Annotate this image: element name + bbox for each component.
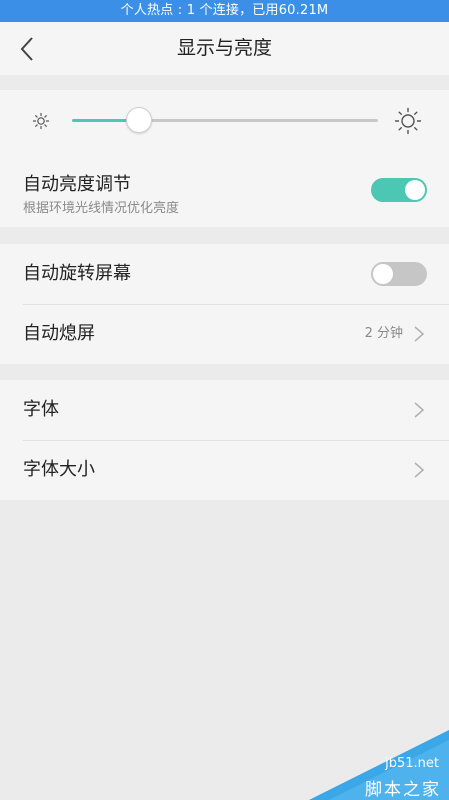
brightness-slider[interactable] (72, 119, 378, 122)
brightness-slider-thumb[interactable] (126, 107, 153, 133)
chevron-right-icon (414, 326, 425, 342)
auto-brightness-title: 自动亮度调节 (23, 174, 131, 195)
font-card: 字体 字体大小 (0, 380, 449, 500)
font-size-row[interactable]: 字体大小 (0, 440, 449, 500)
sun-small-icon (32, 112, 50, 130)
screen-timeout-title: 自动熄屏 (23, 323, 95, 344)
page-title: 显示与亮度 (176, 37, 272, 59)
chevron-right-icon (414, 402, 425, 418)
watermark-name: 脚本之家 (365, 780, 441, 800)
watermark-site: jb51.net (385, 756, 439, 771)
font-title: 字体 (23, 399, 59, 420)
toggle-knob (405, 180, 425, 200)
status-bar-text: 个人热点 : 1 个连接，已用60.21M (120, 3, 329, 18)
screen-timeout-row[interactable]: 自动熄屏 2 分钟 (0, 304, 449, 364)
rotation-timeout-card: 自动旋转屏幕 自动熄屏 2 分钟 (0, 244, 449, 364)
chevron-left-icon (20, 37, 33, 61)
auto-brightness-subtitle: 根据环境光线情况优化亮度 (23, 201, 180, 216)
watermark: jb51.net 脚本之家 (309, 730, 449, 800)
auto-rotate-row[interactable]: 自动旋转屏幕 (0, 244, 449, 304)
brightness-card: 自动亮度调节 根据环境光线情况优化亮度 (0, 90, 449, 227)
header-bar: 显示与亮度 (0, 22, 449, 75)
status-bar: 个人热点 : 1 个连接，已用60.21M (0, 0, 449, 22)
font-size-title: 字体大小 (23, 459, 95, 480)
auto-rotate-title: 自动旋转屏幕 (23, 263, 131, 284)
back-button[interactable] (14, 34, 44, 64)
chevron-right-icon (414, 462, 425, 478)
toggle-knob (373, 264, 393, 284)
auto-brightness-toggle[interactable] (371, 178, 427, 202)
sun-large-icon (394, 107, 422, 135)
font-row[interactable]: 字体 (0, 380, 449, 440)
screen-timeout-value: 2 分钟 (364, 326, 403, 341)
auto-rotate-toggle[interactable] (371, 262, 427, 286)
